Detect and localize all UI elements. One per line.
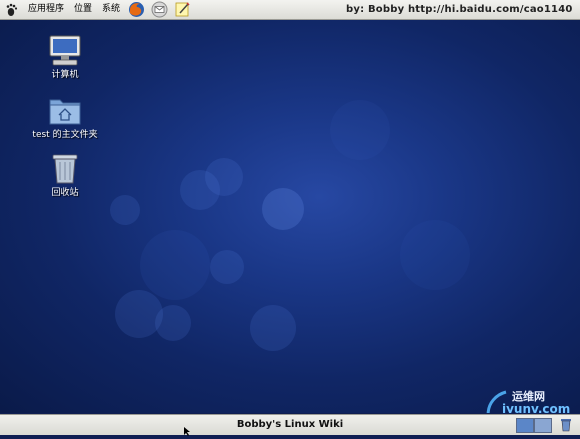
notes-icon[interactable]	[174, 1, 191, 18]
trash-applet-icon[interactable]	[560, 418, 572, 432]
workspace-switcher-1[interactable]	[516, 418, 534, 433]
bokeh-light	[210, 250, 244, 284]
desktop-icon-trash[interactable]: 回收站	[25, 152, 105, 199]
home-folder-icon	[47, 94, 83, 128]
bokeh-light	[250, 305, 296, 351]
firefox-icon[interactable]	[128, 1, 145, 18]
foot-menu-icon[interactable]	[3, 1, 20, 18]
desktop-background: 计算机 test 的主文件夹 回收站 运维网 iyunv.com	[0, 20, 580, 413]
desktop-icon-home-folder[interactable]: test 的主文件夹	[25, 94, 105, 141]
applications-menu[interactable]: 应用程序	[23, 0, 69, 19]
bokeh-light	[330, 100, 390, 160]
computer-label: 计算机	[51, 70, 79, 80]
mail-icon[interactable]	[151, 1, 168, 18]
bokeh-light	[140, 230, 210, 300]
watermark-logo-url: iyunv.com	[502, 402, 571, 413]
bokeh-light	[262, 188, 304, 230]
system-menu[interactable]: 系统	[97, 0, 125, 19]
top-watermark-text: by: Bobby http://hi.baidu.com/cao1140	[346, 4, 573, 15]
bokeh-light	[110, 195, 140, 225]
bottom-panel: Bobby's Linux Wiki	[0, 414, 580, 436]
bokeh-light	[400, 220, 470, 290]
mouse-cursor-icon	[184, 427, 190, 439]
home-folder-label: test 的主文件夹	[32, 130, 98, 140]
top-panel: 应用程序 位置 系统 by: Bobby http://hi.baidu.com…	[0, 0, 580, 20]
computer-icon	[47, 34, 83, 68]
watermark-logo: 运维网 iyunv.com	[472, 386, 580, 413]
bottom-panel-title: Bobby's Linux Wiki	[236, 419, 344, 430]
trash-icon	[47, 152, 83, 186]
bokeh-light	[155, 305, 191, 341]
bokeh-light	[205, 158, 243, 196]
workspace-switcher-2[interactable]	[534, 418, 552, 433]
desktop-icon-computer[interactable]: 计算机	[25, 34, 105, 81]
trash-label: 回收站	[51, 188, 79, 198]
places-menu[interactable]: 位置	[69, 0, 97, 19]
